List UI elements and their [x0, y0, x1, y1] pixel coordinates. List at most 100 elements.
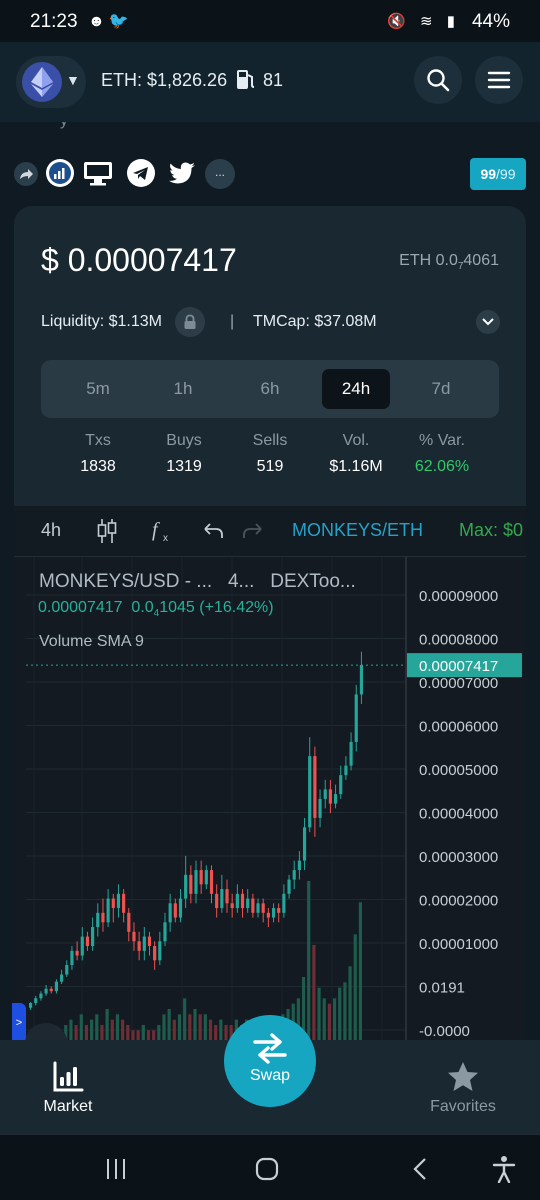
stat-txs: Txs 1838: [80, 432, 116, 475]
more-links-button[interactable]: ...: [205, 159, 235, 189]
price-chart-panel: 4h f x MONKEYS/ETH Max: $0 0.00009000 0.0…: [12, 506, 526, 1040]
y-tick-label: 0.00005000: [419, 762, 498, 779]
chart-pair-selector[interactable]: MONKEYS/ETH: [292, 520, 423, 541]
candle-body: [246, 898, 250, 909]
token-price-usd: $ 0.00007417: [41, 242, 237, 278]
swap-button-label: Swap: [249, 1067, 291, 1084]
candle-body: [34, 998, 38, 1004]
volume-bar: [322, 998, 326, 1040]
candle-body: [70, 950, 74, 966]
home-icon[interactable]: [255, 1157, 279, 1181]
liquidity-value: Liquidity: $1.13M: [41, 313, 162, 330]
tab-market-label: Market: [43, 1098, 93, 1115]
accessibility-icon[interactable]: [492, 1155, 516, 1183]
swap-button[interactable]: Swap: [224, 1015, 316, 1107]
search-button[interactable]: [414, 56, 462, 104]
stat-buys: Buys 1319: [166, 432, 202, 475]
candle-body: [106, 898, 110, 923]
share-button[interactable]: [14, 162, 38, 186]
volume-bar: [167, 1009, 171, 1040]
volume-bar: [131, 1030, 135, 1040]
volume-bar: [198, 1014, 202, 1040]
candlestick-chart[interactable]: 0.00009000 0.00008000 0.00007000 0.00006000…: [12, 556, 526, 1040]
expand-details-button[interactable]: [476, 310, 500, 334]
timeframe-6h[interactable]: 6h: [236, 369, 304, 409]
volume-bar: [358, 902, 362, 1040]
star-icon: [448, 1062, 478, 1091]
volume-bar: [90, 1019, 94, 1040]
volume-bar: [203, 1014, 207, 1040]
candle-body: [122, 893, 126, 913]
candle-body: [184, 874, 188, 899]
token-content: y: [0, 122, 540, 1040]
telegram-link[interactable]: [127, 159, 155, 187]
undo-icon[interactable]: [202, 521, 224, 541]
volume-bar: [115, 1014, 120, 1040]
volume-bar: [110, 1019, 114, 1040]
y-tick-label: 0.00008000: [419, 632, 498, 649]
volume-bar: [348, 966, 352, 1040]
candle-body: [333, 794, 338, 804]
candle-body: [44, 988, 48, 994]
tab-market[interactable]: Market: [30, 1060, 106, 1116]
candle-body: [318, 798, 322, 818]
tab-favorites[interactable]: Favorites: [420, 1060, 506, 1116]
stat-volume: Vol. $1.16M: [329, 432, 383, 475]
timeframe-24h[interactable]: 24h: [322, 369, 390, 409]
candle-body: [29, 1003, 33, 1008]
chart-sidebar-toggle[interactable]: >: [12, 1003, 26, 1040]
back-icon[interactable]: [410, 1157, 430, 1181]
volume-bar: [219, 1019, 223, 1040]
candle-body: [142, 936, 146, 951]
chart-interval-button[interactable]: 4h: [41, 520, 61, 541]
candle-body: [132, 931, 136, 942]
system-navigation-bar: [0, 1134, 540, 1200]
redo-icon[interactable]: [242, 521, 264, 541]
chart-toolbar: 4h f x MONKEYS/ETH Max: $0: [14, 506, 526, 556]
status-bar: 21:23 ☻🐦 🔇 ≋ ▮ 44%: [0, 0, 540, 42]
eth-price: ETH: $1,826.26: [101, 70, 228, 90]
volume-bar: [146, 1030, 151, 1040]
volume-bar: [95, 1014, 99, 1040]
candle-body: [313, 756, 317, 818]
candle-type-icon[interactable]: [96, 518, 118, 544]
candle-body: [49, 988, 53, 992]
candle-body: [354, 694, 358, 742]
timeframe-5m[interactable]: 5m: [64, 369, 132, 409]
svg-text:x: x: [163, 533, 168, 544]
recent-apps-icon[interactable]: [104, 1157, 128, 1181]
candle-body: [168, 903, 172, 923]
candle-body: [256, 903, 260, 913]
liquidity-lock-button[interactable]: [175, 307, 205, 337]
timeframe-7d[interactable]: 7d: [407, 369, 475, 409]
website-link[interactable]: [82, 159, 114, 187]
market-cap-value: TMCap: $37.08M: [253, 313, 377, 330]
candle-body: [116, 893, 121, 909]
volume-bar: [121, 1019, 125, 1040]
candle-body: [302, 827, 307, 861]
volume-bar: [317, 987, 321, 1040]
candle-body: [240, 893, 245, 909]
chart-site-link[interactable]: [46, 159, 74, 187]
candle-body: [261, 903, 265, 913]
y-tick-label: -0.0000: [419, 1023, 470, 1040]
y-tick-label: 0.00003000: [419, 849, 498, 866]
menu-button[interactable]: [475, 56, 523, 104]
volume-bar: [183, 998, 187, 1040]
chart-svg[interactable]: 0.00009000 0.00008000 0.00007000 0.00006000…: [14, 557, 526, 1040]
timeframe-1h[interactable]: 1h: [149, 369, 217, 409]
twitter-link[interactable]: [167, 159, 197, 187]
candle-body: [282, 893, 286, 913]
volume-bar: [307, 881, 311, 1040]
volume-bar: [84, 1025, 89, 1040]
bar-chart-icon: [53, 1061, 84, 1092]
token-score-badge[interactable]: 99/99: [470, 158, 526, 190]
volume-bar: [177, 1014, 182, 1040]
volume-bar: [208, 1019, 213, 1040]
chain-selector-button[interactable]: ▼: [16, 56, 86, 108]
chart-legend-title: MONKEYS/USD - ... 4... DEXToo...: [39, 571, 356, 592]
candle-body: [85, 936, 90, 947]
indicators-icon[interactable]: f x: [150, 518, 176, 544]
y-tick-label: 0.00007000: [419, 675, 498, 692]
chart-max-price: Max: $0: [459, 520, 524, 540]
